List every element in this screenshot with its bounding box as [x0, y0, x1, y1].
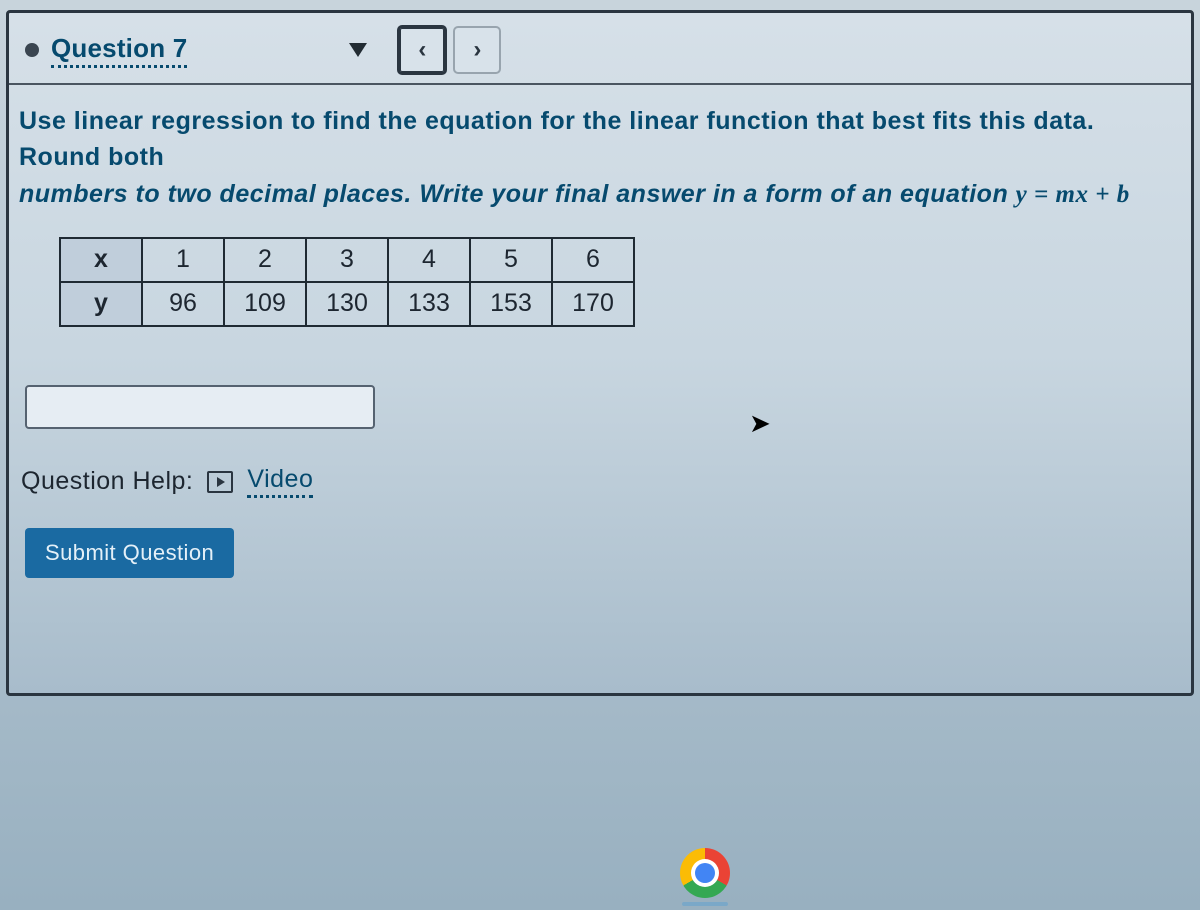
prompt-equation: y = mx + b [1016, 181, 1130, 208]
table-row: y 96 109 130 133 153 170 [60, 282, 634, 326]
status-dot-icon [25, 43, 39, 57]
table-cell: 109 [224, 282, 306, 326]
help-row: Question Help: Video [21, 465, 1181, 498]
help-label: Question Help: [21, 467, 193, 496]
table-row: x 1 2 3 4 5 6 [60, 238, 634, 282]
table-cell: 5 [470, 238, 552, 282]
answer-input[interactable] [25, 385, 375, 429]
question-title[interactable]: Question 7 [51, 33, 187, 68]
question-panel: Question 7 ‹ › Use linear regression to … [6, 10, 1194, 696]
taskbar-active-indicator [682, 902, 728, 906]
prompt-line-1: Use linear regression to find the equati… [19, 107, 1094, 171]
question-content: Use linear regression to find the equati… [9, 85, 1191, 598]
prev-question-button[interactable]: ‹ [397, 25, 447, 75]
table-cell: 130 [306, 282, 388, 326]
question-prompt: Use linear regression to find the equati… [19, 103, 1181, 213]
table-cell: 2 [224, 238, 306, 282]
table-cell: 96 [142, 282, 224, 326]
video-icon [207, 471, 233, 493]
row-label-x: x [60, 238, 142, 282]
table-cell: 3 [306, 238, 388, 282]
nav-group: ‹ › [397, 25, 501, 75]
table-cell: 133 [388, 282, 470, 326]
table-cell: 153 [470, 282, 552, 326]
video-link[interactable]: Video [247, 465, 313, 498]
question-header: Question 7 ‹ › [9, 13, 1191, 85]
dropdown-caret-icon[interactable] [349, 43, 367, 57]
prompt-line-2: numbers to two decimal places. Write you… [19, 180, 1016, 208]
table-cell: 4 [388, 238, 470, 282]
taskbar-chrome-icon[interactable] [680, 848, 730, 898]
data-table: x 1 2 3 4 5 6 y 96 109 130 133 153 170 [59, 237, 635, 327]
next-question-button[interactable]: › [453, 26, 501, 74]
submit-question-button[interactable]: Submit Question [25, 528, 234, 578]
table-cell: 170 [552, 282, 634, 326]
table-cell: 6 [552, 238, 634, 282]
row-label-y: y [60, 282, 142, 326]
table-cell: 1 [142, 238, 224, 282]
